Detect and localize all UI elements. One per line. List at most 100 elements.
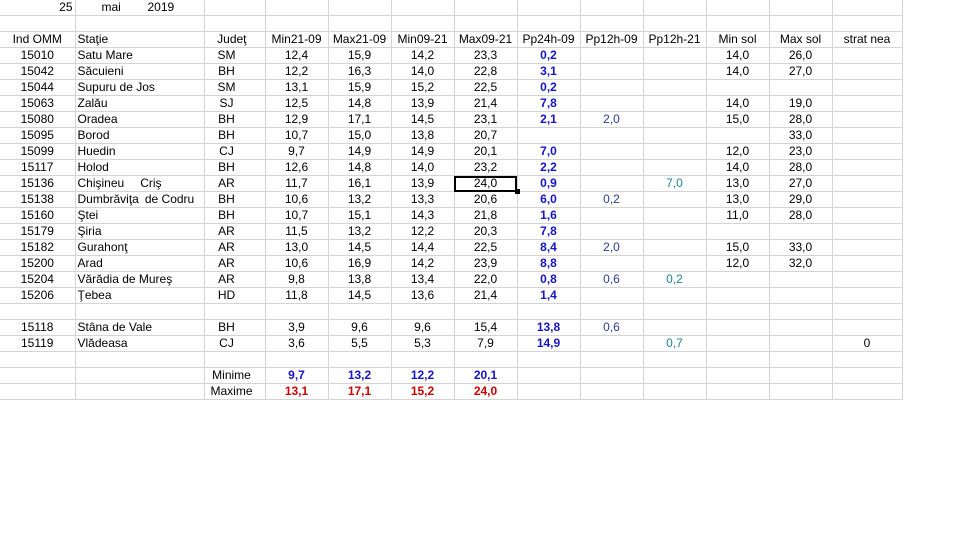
cell[interactable]	[328, 303, 392, 320]
cell-min2109[interactable]: 12,9	[265, 111, 329, 128]
cell-snow[interactable]	[832, 79, 903, 96]
cell-name[interactable]: Şiria	[75, 223, 205, 240]
cell-pp12b[interactable]: 7,0	[643, 175, 707, 192]
cell-maxsol[interactable]	[769, 223, 833, 240]
column-header[interactable]: Ind OMM	[0, 31, 76, 48]
column-header[interactable]: Staţie	[75, 31, 205, 48]
cell-max0921[interactable]: 22,8	[454, 63, 518, 80]
cell-max2109[interactable]: 17,1	[328, 111, 392, 128]
cell-county[interactable]: BH	[204, 111, 266, 128]
cell-max2109[interactable]: 14,9	[328, 143, 392, 160]
cell-snow[interactable]	[832, 319, 903, 336]
cell-county[interactable]: CJ	[204, 143, 266, 160]
cell[interactable]	[517, 351, 581, 368]
cell-max2109[interactable]: 16,9	[328, 255, 392, 272]
cell[interactable]	[706, 303, 770, 320]
cell-pp12a[interactable]: 2,0	[580, 111, 644, 128]
cell-county[interactable]: BH	[204, 191, 266, 208]
cell-min0921[interactable]: 13,8	[391, 127, 455, 144]
cell-county[interactable]: BH	[204, 63, 266, 80]
date-day[interactable]: 25	[0, 0, 76, 16]
cell-pp12a[interactable]	[580, 287, 644, 304]
cell-name[interactable]: Supuru de Jos	[75, 79, 205, 96]
cell-id[interactable]: 15042	[0, 63, 76, 80]
cell-max2109[interactable]: 9,6	[328, 319, 392, 336]
cell-pp12b[interactable]	[643, 79, 707, 96]
cell[interactable]	[706, 15, 770, 32]
cell[interactable]	[832, 383, 903, 400]
cell-name[interactable]: Dumbrăviţa de Codru	[75, 191, 205, 208]
cell-max0921[interactable]: 23,1	[454, 111, 518, 128]
cell-maxsol[interactable]: 29,0	[769, 191, 833, 208]
cell-min2109[interactable]: 12,5	[265, 95, 329, 112]
cell-minsol[interactable]	[706, 223, 770, 240]
cell[interactable]	[580, 351, 644, 368]
cell-max2109[interactable]: 16,1	[328, 175, 392, 192]
summary-value[interactable]: 9,7	[265, 367, 329, 384]
cell[interactable]	[0, 383, 76, 400]
cell-snow[interactable]	[832, 191, 903, 208]
column-header[interactable]: Min09-21	[391, 31, 455, 48]
cell-name[interactable]: Ţebea	[75, 287, 205, 304]
cell[interactable]	[832, 351, 903, 368]
cell[interactable]	[580, 383, 644, 400]
cell-snow[interactable]	[832, 287, 903, 304]
cell-minsol[interactable]: 14,0	[706, 63, 770, 80]
cell-minsol[interactable]	[706, 287, 770, 304]
summary-value[interactable]: 13,1	[265, 383, 329, 400]
column-header[interactable]: Min21-09	[265, 31, 329, 48]
cell[interactable]	[391, 303, 455, 320]
cell[interactable]	[580, 15, 644, 32]
cell-pp12b[interactable]	[643, 47, 707, 64]
cell-id[interactable]: 15095	[0, 127, 76, 144]
cell[interactable]	[204, 303, 266, 320]
cell-maxsol[interactable]: 27,0	[769, 175, 833, 192]
cell-id[interactable]: 15099	[0, 143, 76, 160]
cell-pp12a[interactable]	[580, 127, 644, 144]
cell-name[interactable]: Satu Mare	[75, 47, 205, 64]
cell-snow[interactable]	[832, 271, 903, 288]
cell[interactable]	[204, 15, 266, 32]
cell-pp12b[interactable]	[643, 143, 707, 160]
cell[interactable]	[204, 0, 266, 16]
data-grid[interactable]: 25 mai 2019 Ind OMM Staţie Judeţ Min21-09 Max…	[0, 0, 903, 400]
cell-pp24[interactable]: 2,1	[517, 111, 581, 128]
spreadsheet[interactable]: 25 mai 2019 Ind OMM Staţie Judeţ Min21-09 Max…	[0, 0, 903, 400]
cell-min0921[interactable]: 13,9	[391, 175, 455, 192]
cell[interactable]	[832, 15, 903, 32]
cell-pp24[interactable]: 0,9	[517, 175, 581, 192]
cell-min2109[interactable]: 3,9	[265, 319, 329, 336]
cell-pp12b[interactable]	[643, 95, 707, 112]
cell-pp24[interactable]: 3,1	[517, 63, 581, 80]
cell-pp12b[interactable]	[643, 223, 707, 240]
column-header[interactable]: Max sol	[769, 31, 833, 48]
cell-id[interactable]: 15200	[0, 255, 76, 272]
cell-snow[interactable]	[832, 239, 903, 256]
cell[interactable]	[769, 0, 833, 16]
column-header[interactable]: Pp12h-09	[580, 31, 644, 48]
cell[interactable]	[769, 351, 833, 368]
cell-min2109[interactable]: 3,6	[265, 335, 329, 352]
cell-min2109[interactable]: 12,6	[265, 159, 329, 176]
cell-pp12a[interactable]	[580, 223, 644, 240]
cell-min2109[interactable]: 9,8	[265, 271, 329, 288]
cell-county[interactable]: BH	[204, 159, 266, 176]
cell-pp24[interactable]: 2,2	[517, 159, 581, 176]
cell-maxsol[interactable]: 28,0	[769, 159, 833, 176]
cell-max0921[interactable]: 22,0	[454, 271, 518, 288]
cell[interactable]	[706, 367, 770, 384]
cell-snow[interactable]	[832, 47, 903, 64]
cell-pp24[interactable]: 7,8	[517, 95, 581, 112]
cell-id[interactable]: 15136	[0, 175, 76, 192]
cell-min2109[interactable]: 12,2	[265, 63, 329, 80]
cell-min0921[interactable]: 14,4	[391, 239, 455, 256]
cell-id[interactable]: 15080	[0, 111, 76, 128]
cell-snow[interactable]	[832, 63, 903, 80]
cell-minsol[interactable]: 15,0	[706, 239, 770, 256]
cell-pp12b[interactable]	[643, 127, 707, 144]
cell-county[interactable]: SM	[204, 79, 266, 96]
cell-name[interactable]: Vărădia de Mureş	[75, 271, 205, 288]
cell-min2109[interactable]: 10,7	[265, 127, 329, 144]
cell-pp12b[interactable]: 0,7	[643, 335, 707, 352]
cell-id[interactable]: 15182	[0, 239, 76, 256]
